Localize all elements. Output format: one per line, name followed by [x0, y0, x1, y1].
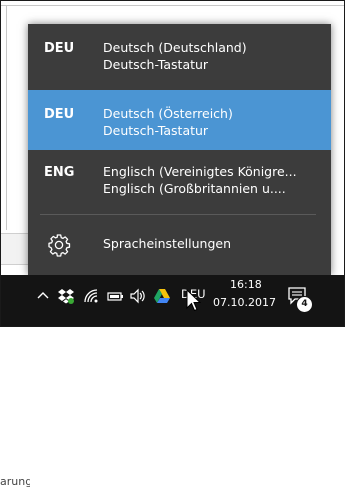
background-partial-text: arung [0, 475, 30, 488]
screenshot-frame [0, 0, 345, 327]
